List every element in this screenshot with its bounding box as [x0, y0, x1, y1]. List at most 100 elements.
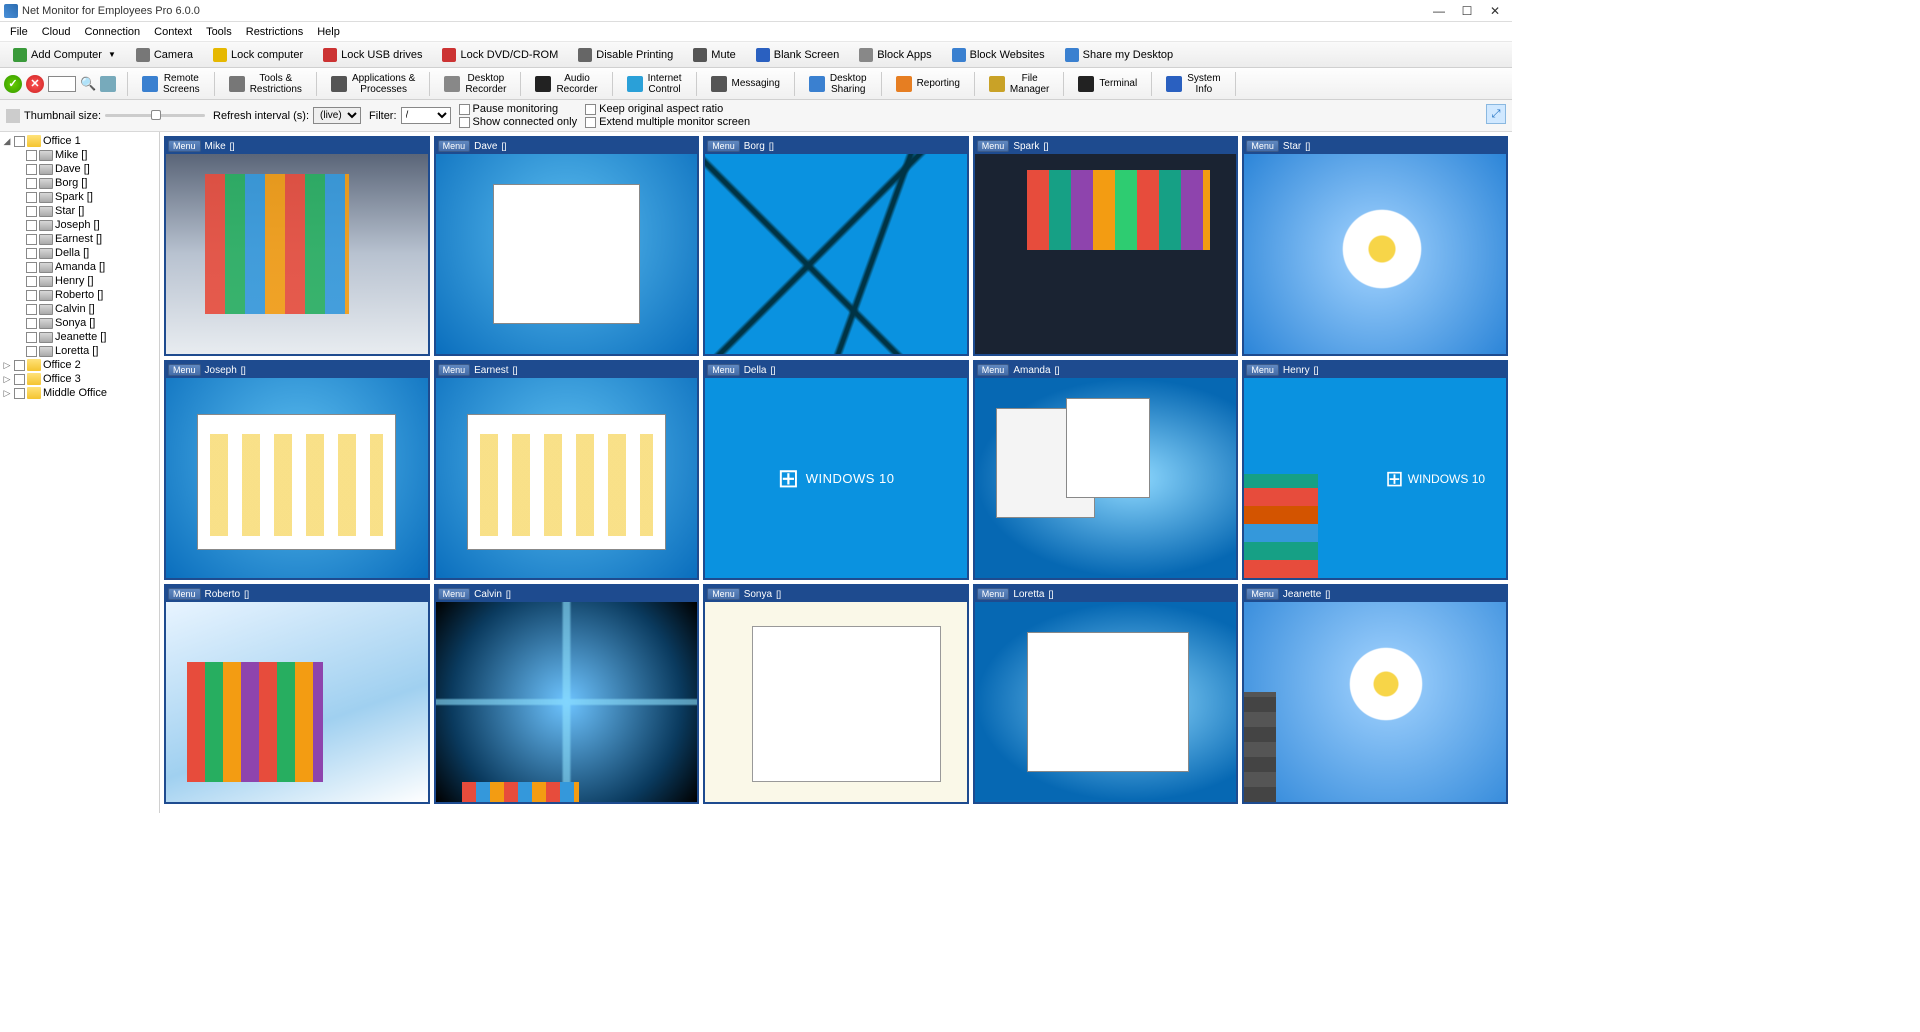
- tree-item-calvin[interactable]: Calvin []: [2, 302, 157, 316]
- thumbnail-screenshot[interactable]: [166, 602, 428, 802]
- fullscreen-button[interactable]: ⤢: [1486, 104, 1506, 124]
- thumbnail-menu-button[interactable]: Menu: [977, 140, 1010, 152]
- checkbox[interactable]: [26, 164, 37, 175]
- thumbnail-roberto[interactable]: MenuRoberto[]: [164, 584, 430, 804]
- file-manager-button[interactable]: File Manager: [980, 70, 1058, 98]
- thumbnail-screenshot[interactable]: [1244, 154, 1506, 354]
- audio-recorder-button[interactable]: Audio Recorder: [526, 70, 606, 98]
- checkbox[interactable]: [26, 276, 37, 287]
- checkbox[interactable]: [26, 290, 37, 301]
- tree-group-office-1[interactable]: ◢Office 1: [2, 134, 157, 148]
- thumbnail-menu-button[interactable]: Menu: [1246, 588, 1279, 600]
- terminal-button[interactable]: Terminal: [1069, 73, 1146, 95]
- thumbnail-amanda[interactable]: MenuAmanda[]: [973, 360, 1239, 580]
- tree-item-joseph[interactable]: Joseph []: [2, 218, 157, 232]
- lock-usb-button[interactable]: Lock USB drives: [314, 45, 431, 65]
- checkbox[interactable]: [26, 318, 37, 329]
- menu-help[interactable]: Help: [311, 24, 346, 40]
- tree-item-jeanette[interactable]: Jeanette []: [2, 330, 157, 344]
- tree-item-roberto[interactable]: Roberto []: [2, 288, 157, 302]
- mute-button[interactable]: Mute: [684, 45, 744, 65]
- thumbnail-screenshot[interactable]: [436, 154, 698, 354]
- tree-item-star[interactable]: Star []: [2, 204, 157, 218]
- pause-monitoring-check[interactable]: Pause monitoring: [459, 103, 578, 115]
- thumbnail-screenshot[interactable]: [436, 378, 698, 578]
- remote-screens-button[interactable]: Remote Screens: [133, 70, 209, 98]
- tree-item-earnest[interactable]: Earnest []: [2, 232, 157, 246]
- expand-icon[interactable]: ▷: [2, 374, 12, 385]
- checkbox[interactable]: [26, 234, 37, 245]
- thumbnail-calvin[interactable]: MenuCalvin[]: [434, 584, 700, 804]
- expand-icon[interactable]: ▷: [2, 388, 12, 399]
- system-info-button[interactable]: System Info: [1157, 70, 1229, 98]
- thumbnail-jeanette[interactable]: MenuJeanette[]: [1242, 584, 1508, 804]
- thumbnail-menu-button[interactable]: Menu: [168, 364, 201, 376]
- checkbox[interactable]: [26, 192, 37, 203]
- thumbnail-screenshot[interactable]: [1244, 602, 1506, 802]
- checkbox[interactable]: [26, 220, 37, 231]
- thumbnail-menu-button[interactable]: Menu: [168, 140, 201, 152]
- share-desktop-button[interactable]: Share my Desktop: [1056, 45, 1182, 65]
- minimize-button[interactable]: —: [1432, 4, 1446, 18]
- camera-button[interactable]: Camera: [127, 45, 202, 65]
- checkbox[interactable]: [26, 248, 37, 259]
- checkbox[interactable]: [14, 360, 25, 371]
- desktop-recorder-button[interactable]: Desktop Recorder: [435, 70, 515, 98]
- checkbox[interactable]: [26, 150, 37, 161]
- menu-connection[interactable]: Connection: [78, 24, 146, 40]
- menu-file[interactable]: File: [4, 24, 34, 40]
- tree-group-middle-office[interactable]: ▷Middle Office: [2, 386, 157, 400]
- filter-select[interactable]: /: [401, 107, 451, 124]
- tree-group-office-3[interactable]: ▷Office 3: [2, 372, 157, 386]
- thumbnail-della[interactable]: MenuDella[]WINDOWS 10: [703, 360, 969, 580]
- expand-icon[interactable]: ▷: [2, 360, 12, 371]
- thumbnail-screenshot[interactable]: [705, 154, 967, 354]
- extend-monitor-check[interactable]: Extend multiple monitor screen: [585, 116, 750, 128]
- thumbnail-joseph[interactable]: MenuJoseph[]: [164, 360, 430, 580]
- thumbnail-screenshot[interactable]: [705, 602, 967, 802]
- checkbox[interactable]: [14, 136, 25, 147]
- thumbnail-menu-button[interactable]: Menu: [977, 364, 1010, 376]
- tool-icon[interactable]: [100, 76, 116, 92]
- lock-dvd-button[interactable]: Lock DVD/CD-ROM: [433, 45, 567, 65]
- tree-item-borg[interactable]: Borg []: [2, 176, 157, 190]
- thumbnail-screenshot[interactable]: WINDOWS 10: [705, 378, 967, 578]
- apps-processes-button[interactable]: Applications & Processes: [322, 70, 424, 98]
- block-apps-button[interactable]: Block Apps: [850, 45, 940, 65]
- thumbnail-screenshot[interactable]: [975, 154, 1237, 354]
- tree-item-amanda[interactable]: Amanda []: [2, 260, 157, 274]
- maximize-button[interactable]: ☐: [1460, 4, 1474, 18]
- menu-tools[interactable]: Tools: [200, 24, 238, 40]
- thumbnail-dave[interactable]: MenuDave[]: [434, 136, 700, 356]
- menu-context[interactable]: Context: [148, 24, 198, 40]
- menu-restrictions[interactable]: Restrictions: [240, 24, 309, 40]
- refresh-interval-select[interactable]: (live): [313, 107, 361, 124]
- collapse-icon[interactable]: ◢: [2, 136, 12, 147]
- reporting-button[interactable]: Reporting: [887, 73, 969, 95]
- tree-item-sonya[interactable]: Sonya []: [2, 316, 157, 330]
- thumbnail-menu-button[interactable]: Menu: [1246, 140, 1279, 152]
- menu-cloud[interactable]: Cloud: [36, 24, 77, 40]
- tree-item-spark[interactable]: Spark []: [2, 190, 157, 204]
- thumbnail-menu-button[interactable]: Menu: [707, 588, 740, 600]
- internet-control-button[interactable]: Internet Control: [618, 70, 691, 98]
- thumbnail-mike[interactable]: MenuMike[]: [164, 136, 430, 356]
- desktop-sharing-button[interactable]: Desktop Sharing: [800, 70, 876, 98]
- thumbnail-loretta[interactable]: MenuLoretta[]: [973, 584, 1239, 804]
- lock-computer-button[interactable]: Lock computer: [204, 45, 312, 65]
- show-connected-check[interactable]: Show connected only: [459, 116, 578, 128]
- thumbnail-star[interactable]: MenuStar[]: [1242, 136, 1508, 356]
- thumbnail-screenshot[interactable]: ⊞ WINDOWS 10: [1244, 378, 1506, 578]
- checkbox[interactable]: [26, 206, 37, 217]
- cancel-button[interactable]: ✕: [26, 75, 44, 93]
- thumbnail-screenshot[interactable]: [436, 602, 698, 802]
- checkbox[interactable]: [14, 374, 25, 385]
- confirm-button[interactable]: ✓: [4, 75, 22, 93]
- tree-item-henry[interactable]: Henry []: [2, 274, 157, 288]
- thumbnail-sonya[interactable]: MenuSonya[]: [703, 584, 969, 804]
- search-icon[interactable]: 🔍: [80, 76, 96, 92]
- checkbox[interactable]: [26, 262, 37, 273]
- thumbnail-spark[interactable]: MenuSpark[]: [973, 136, 1239, 356]
- messaging-button[interactable]: Messaging: [702, 73, 789, 95]
- checkbox[interactable]: [26, 178, 37, 189]
